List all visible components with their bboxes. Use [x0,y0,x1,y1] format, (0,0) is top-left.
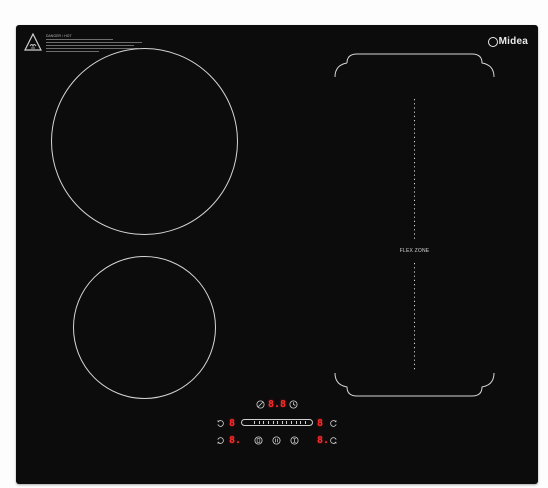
timer-display: 8.8 [268,399,287,410]
lock-icon[interactable] [272,436,281,445]
left-bottom-level-display: 8. [229,435,242,446]
power-slider[interactable] [241,419,313,426]
flex-zone-outline [334,53,495,397]
pause-icon[interactable] [290,436,299,445]
flex-zone-label: FLEX ZONE [399,248,430,254]
flex-zone: FLEX ZONE [333,53,496,397]
warning-title: DANGER / HOT [46,34,72,38]
cooking-zone-large [51,48,238,235]
zone-select-icon-right[interactable] [329,419,338,428]
zone-select-icon-bottom-right[interactable] [329,436,338,445]
brand-name: Midea [498,36,528,47]
left-top-level-display: 8 [229,418,236,429]
warning-triangle-icon [24,33,42,51]
boost-icon[interactable] [254,436,263,445]
zone-select-icon[interactable] [216,419,225,428]
right-bottom-level-display: 8. [317,435,330,446]
product-image: DANGER / HOT Midea FLEX ZONE 8.8 8 8 8. … [0,0,548,488]
power-icon[interactable] [256,400,265,409]
induction-cooktop-glass: DANGER / HOT Midea FLEX ZONE 8.8 8 8 8. … [16,25,538,484]
clock-icon[interactable] [289,400,298,409]
zone-select-icon-bottom-left[interactable] [216,436,225,445]
brand-mark-icon [487,36,498,47]
right-top-level-display: 8 [317,418,324,429]
brand-logo: Midea [487,36,528,47]
cooking-zone-small [73,256,216,399]
